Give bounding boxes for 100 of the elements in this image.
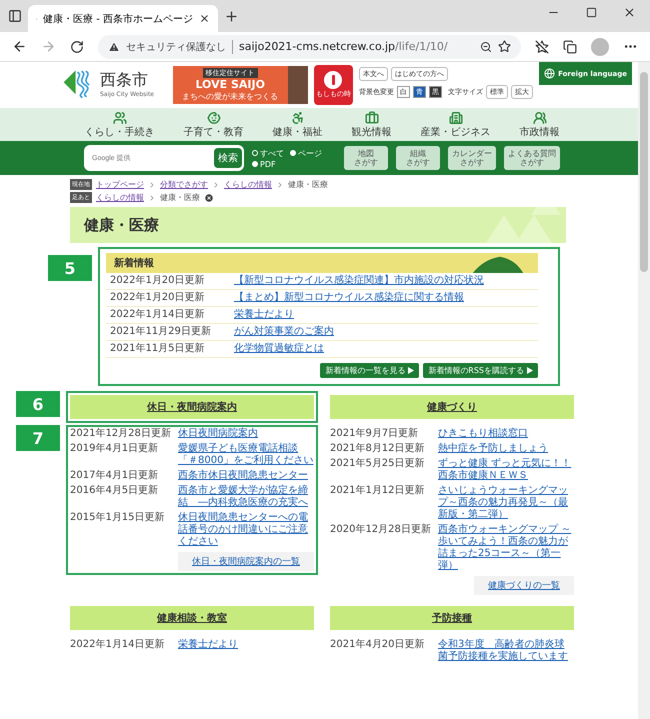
page-title: 健康・医療 <box>84 216 159 234</box>
article-link[interactable]: 西条市休日夜間急患センター <box>178 470 308 482</box>
update-date: 2021年4月20日更新 <box>330 639 426 652</box>
news-link[interactable]: 【まとめ】新型コロナウイルス感染症に関する情報 <box>234 292 464 304</box>
group-icon <box>532 111 546 125</box>
briefcase-icon <box>364 111 378 125</box>
nav-item[interactable]: 産業・ビジネス <box>420 111 490 139</box>
update-date: 2021年11月29日更新 <box>110 326 212 338</box>
star-icon[interactable] <box>498 40 511 53</box>
annotation-number: 6 <box>16 391 60 417</box>
scope-label: PDF <box>260 160 276 168</box>
update-date: 2021年11月5日更新 <box>110 343 206 355</box>
building-icon <box>448 111 462 125</box>
reload-icon[interactable] <box>70 40 84 54</box>
breadcrumb-link[interactable]: 分類でさがす <box>160 179 208 190</box>
nav-item[interactable]: 子育て・教育 <box>184 111 244 139</box>
close-icon[interactable] <box>199 13 210 24</box>
maximize-icon[interactable] <box>586 6 597 18</box>
close-icon[interactable] <box>204 192 214 202</box>
new-tab-icon[interactable] <box>224 8 239 24</box>
url-text: saijo2021-cms.netcrew.co.jp/life/1/10/ <box>239 40 448 53</box>
section-title-link[interactable]: 予防接種 <box>432 611 472 625</box>
warning-icon <box>108 40 120 52</box>
scroll-thumb[interactable] <box>640 72 648 272</box>
breadcrumb-link[interactable]: トップページ <box>96 179 144 190</box>
globe-icon <box>544 68 556 79</box>
annotation-number: 5 <box>48 255 92 281</box>
finder-button[interactable]: カレンダー さがす <box>448 146 496 170</box>
update-date: 2022年1月20日更新 <box>110 275 206 287</box>
update-date: 2017年4月1日更新 <box>70 470 160 482</box>
exclamation-icon <box>324 71 342 89</box>
article-link[interactable]: さいじょうウォーキングマップ～西条の魅力再発見～（最新版・第二弾） <box>438 485 574 521</box>
news-link[interactable]: がん対策事業のご案内 <box>234 326 334 338</box>
article-link[interactable]: ずっと健康 ずっと元気に！！西条市健康ＮＥＷＳ <box>438 458 574 482</box>
face-icon <box>206 111 220 125</box>
wheelchair-icon <box>290 111 304 125</box>
banner-title: LOVE SAIJO <box>195 78 265 91</box>
section-title-link[interactable]: 健康づくり <box>427 400 477 414</box>
zoom-out-icon[interactable] <box>480 40 492 52</box>
news-link[interactable]: 栄養士だより <box>234 309 294 321</box>
finder-button[interactable]: 組織 さがす <box>396 146 440 170</box>
update-date: 2021年1月12日更新 <box>330 485 426 498</box>
address-field[interactable]: セキュリティ保護なし saijo2021-cms.netcrew.co.jp/life/1/10/ <box>98 34 521 58</box>
news-action-button[interactable]: 新着情報の一覧を見る <box>320 363 420 378</box>
radio-button[interactable] <box>290 150 296 156</box>
favorites-icon[interactable] <box>535 40 549 54</box>
tab-actions-icon[interactable] <box>8 9 22 23</box>
update-date: 2021年8月12日更新 <box>330 443 426 455</box>
logo-name: 西条市 <box>100 70 149 91</box>
article-link[interactable]: 西条市と愛媛大学が協定を締結 ―内科救急医療の充実へ <box>178 485 314 509</box>
article-link[interactable]: 休日夜間病院案内 <box>178 428 258 440</box>
section-title-link[interactable]: 休日・夜間病院案内 <box>147 400 237 414</box>
breadcrumb-link[interactable]: くらしの情報 <box>224 179 272 190</box>
back-icon[interactable] <box>12 39 27 54</box>
radio-button[interactable] <box>252 161 258 167</box>
people-icon <box>112 111 126 125</box>
update-date: 2021年12月28日更新 <box>70 428 172 440</box>
nav-item[interactable]: くらし・手続き <box>84 111 154 139</box>
breadcrumb-current: 健康・医療 <box>288 179 328 190</box>
article-link[interactable]: 休日夜間急患センターへの電話番号のかけ間違いにご注意ください <box>178 512 314 548</box>
article-link[interactable]: 熱中症を予防しましょう <box>438 443 548 455</box>
photo-placeholder <box>288 66 308 104</box>
list-more-link[interactable]: 休日・夜間病院案内の一覧 <box>178 552 314 571</box>
security-label: セキュリティ保護なし <box>126 40 233 54</box>
news-title: 新着情報 <box>114 256 154 270</box>
nav-item[interactable]: 市政情報 <box>520 111 560 139</box>
article-link[interactable]: 西条市ウォーキングマップ ～歩いてみよう！西条の魅力が詰まった25コース～（第一弾） <box>438 524 574 572</box>
scope-label: ページ <box>298 148 322 158</box>
triangle-icon <box>408 367 414 374</box>
news-action-button[interactable]: 新着情報のRSSを購読する <box>423 363 538 378</box>
update-date: 2016年4月5日更新 <box>70 485 160 498</box>
news-link[interactable]: 【新型コロナウイルス感染症関連】市内施設の対応状況 <box>234 275 484 287</box>
close-icon[interactable] <box>623 6 636 18</box>
finder-button[interactable]: 地図 さがす <box>344 146 388 170</box>
chevron-icon <box>276 180 284 188</box>
update-date: 2019年4月1日更新 <box>70 443 160 456</box>
annotation-number: 7 <box>16 425 60 451</box>
section-title-link[interactable]: 健康相談・教室 <box>157 611 227 625</box>
update-date: 2021年5月25日更新 <box>330 458 426 471</box>
list-more-link[interactable]: 健康づくりの一覧 <box>474 576 574 595</box>
chevron-icon <box>212 180 220 188</box>
update-date: 2022年1月14日更新 <box>70 639 166 651</box>
search-button[interactable]: 検索 <box>214 148 242 168</box>
news-link[interactable]: 化学物質過敏症とは <box>234 343 324 355</box>
article-link[interactable]: ひきこもり相談窓口 <box>438 428 528 440</box>
update-date: 2015年1月15日更新 <box>70 512 166 525</box>
article-link[interactable]: 愛媛県子ども医療電話相談「＃8000」をご利用ください <box>178 443 314 467</box>
breadcrumb-current: 健康・医療 <box>160 192 200 203</box>
collections-icon[interactable] <box>563 40 577 54</box>
update-date: 2022年1月20日更新 <box>110 292 206 304</box>
triangle-icon <box>527 367 533 374</box>
finder-button[interactable]: よくある質問 さがす <box>504 146 560 170</box>
article-link[interactable]: 栄養士だより <box>178 639 238 651</box>
nav-item[interactable]: 観光情報 <box>352 111 392 139</box>
radio-button[interactable] <box>252 150 258 156</box>
nav-item[interactable]: 健康・福祉 <box>272 111 322 139</box>
browser-tab[interactable]: 健康・医療 - 西条市ホームページ <box>28 5 218 32</box>
article-link[interactable]: 令和3年度 高齢者の肺炎球菌予防接種を実施しています <box>438 639 574 663</box>
update-date: 2020年12月28日更新 <box>330 524 432 537</box>
breadcrumb-link[interactable]: くらしの情報 <box>96 192 144 203</box>
